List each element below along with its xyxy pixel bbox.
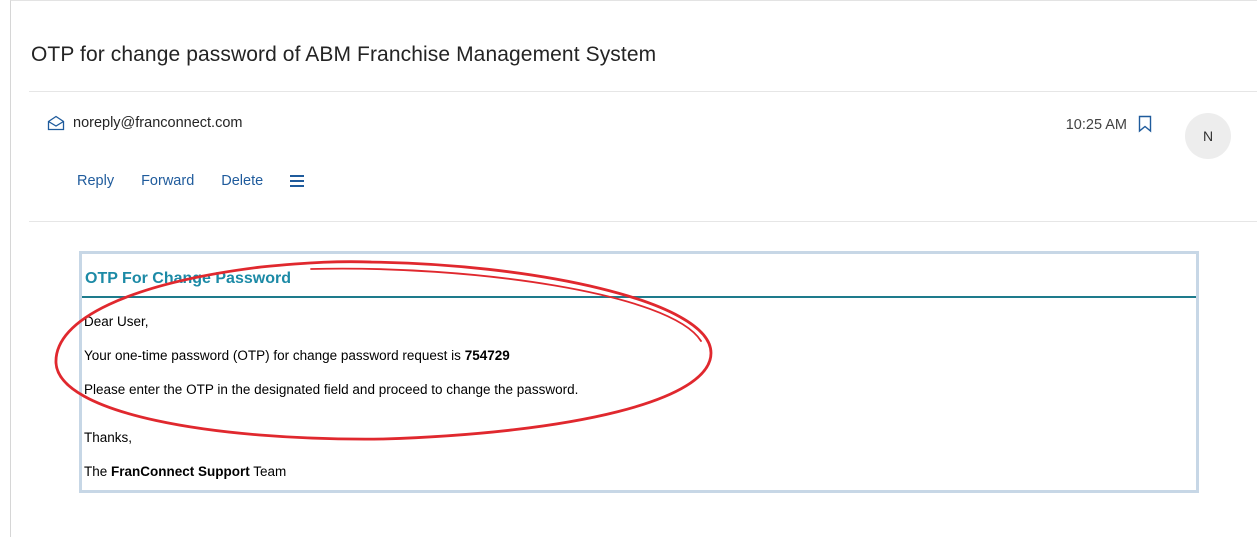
signature-team-name: FranConnect Support bbox=[111, 464, 250, 479]
signature-suffix: Team bbox=[249, 464, 287, 479]
otp-code: 754729 bbox=[464, 348, 510, 363]
email-body-header: OTP For Change Password bbox=[82, 254, 1196, 298]
action-bar: Reply Forward Delete bbox=[77, 173, 305, 189]
email-reading-pane: OTP for change password of ABM Franchise… bbox=[10, 0, 1257, 537]
otp-line: Your one-time password (OTP) for change … bbox=[84, 348, 510, 363]
hamburger-menu-icon[interactable] bbox=[290, 175, 305, 187]
email-body-title: OTP For Change Password bbox=[85, 270, 291, 287]
email-subject: OTP for change password of ABM Franchise… bbox=[31, 43, 657, 66]
greeting-text: Dear User, bbox=[84, 314, 149, 329]
delete-button[interactable]: Delete bbox=[221, 173, 263, 189]
envelope-open-icon bbox=[47, 115, 65, 131]
reply-button[interactable]: Reply bbox=[77, 173, 114, 189]
bookmark-icon[interactable] bbox=[1138, 115, 1152, 133]
forward-button[interactable]: Forward bbox=[141, 173, 194, 189]
otp-prefix-text: Your one-time password (OTP) for change … bbox=[84, 348, 465, 363]
signature-line: The FranConnect Support Team bbox=[84, 464, 286, 479]
email-body: OTP For Change Password Dear User, Your … bbox=[79, 251, 1199, 493]
signature-prefix: The bbox=[84, 464, 112, 479]
divider bbox=[29, 221, 1257, 222]
sender-address[interactable]: noreply@franconnect.com bbox=[73, 115, 242, 131]
sender-row[interactable]: noreply@franconnect.com bbox=[47, 115, 242, 131]
instruction-text: Please enter the OTP in the designated f… bbox=[84, 382, 579, 397]
avatar[interactable]: N bbox=[1185, 113, 1231, 159]
received-time: 10:25 AM bbox=[1065, 117, 1127, 133]
thanks-text: Thanks, bbox=[84, 430, 133, 445]
divider bbox=[29, 91, 1257, 92]
